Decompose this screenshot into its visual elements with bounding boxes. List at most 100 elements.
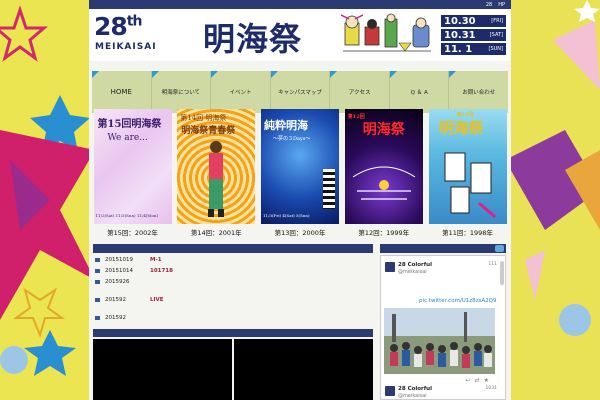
- nav-item-events[interactable]: イベント: [211, 71, 271, 113]
- topbar-link-28[interactable]: 28: [486, 2, 492, 8]
- tweet-author-handle[interactable]: @meikaisai: [398, 393, 427, 399]
- news-item[interactable]: 201592: [95, 312, 371, 323]
- poster-card[interactable]: 第12回 明海祭 第12回：1999年: [344, 109, 423, 237]
- date-value: 10.30: [444, 15, 476, 27]
- mascot-illustration: [340, 13, 431, 52]
- poster-dates: 11/2(Sat) 11/3(Sun) 11/4(Mon): [95, 213, 159, 218]
- date-weekday: [SAT]: [489, 32, 503, 38]
- news-bullet-icon: [95, 297, 100, 302]
- tweet-time[interactable]: 111: [488, 262, 497, 267]
- nav-item-home[interactable]: HOME: [92, 71, 152, 113]
- timeline-scrollbar[interactable]: [500, 261, 504, 285]
- poster-caption: 第14回：2001年: [190, 229, 242, 237]
- poster-title: 第14回 明海祭: [180, 114, 227, 122]
- news-bullet-icon: [95, 257, 100, 262]
- tweet-author-name[interactable]: 28 Colorful: [398, 262, 432, 268]
- tweet-image-link[interactable]: pic.twitter.com/U1z8zsA2Q9: [419, 298, 497, 304]
- reply-icon[interactable]: ↩: [466, 377, 471, 384]
- festival-dates: 10.30 [FRI] 10.31 [SAT] 11. 1 [SUN]: [441, 15, 506, 55]
- news-header-bar: [93, 244, 373, 253]
- avatar[interactable]: [385, 262, 395, 272]
- poster-image[interactable]: 第14回 明海祭 明海祭青春祭: [177, 109, 256, 224]
- tweet-actions: ↩ ⇄ ★: [466, 377, 489, 384]
- logo-number: 28: [94, 12, 128, 41]
- date-row: 10.30 [FRI]: [441, 15, 506, 27]
- news-title[interactable]: LIVE: [150, 297, 164, 303]
- poster-caption: 第15回：2002年: [107, 229, 158, 237]
- poster-card[interactable]: 純粋明海 ～夢の３Days～ 11/3(Fri) 4(Sat) 5(Sun) 第…: [261, 109, 340, 237]
- date-value: 10.31: [444, 29, 476, 41]
- nav-item-about[interactable]: 明海祭について: [151, 71, 212, 113]
- news-date: 20151014: [105, 267, 133, 274]
- tweet-author-handle[interactable]: @meikaisai: [398, 269, 427, 275]
- nav-label: HOME: [110, 88, 132, 96]
- tweet-author-name[interactable]: 28 Colorful: [398, 386, 432, 392]
- poster-figure: [208, 141, 225, 217]
- nav-item-contact[interactable]: お問い合わせ: [449, 71, 509, 113]
- poster-subtitle: We are...: [107, 133, 148, 143]
- page-container: 28 HP 28th MEIKAISAI 明海祭 10.30 [FRI] 10.…: [89, 0, 511, 400]
- poster-card[interactable]: 第15回明海祭 We are... 11/2(Sat) 11/3(Sun) 11…: [93, 109, 172, 237]
- poster-image[interactable]: 第15回明海祭 We are... 11/2(Sat) 11/3(Sun) 11…: [93, 109, 172, 224]
- news-item[interactable]: 201592 LIVE: [95, 294, 371, 305]
- video-player[interactable]: [234, 339, 373, 400]
- news-item[interactable]: 2015926: [95, 276, 371, 287]
- poster-subtitle: 明海祭青春祭: [181, 126, 236, 136]
- poster-caption: 第11回：1998年: [442, 229, 493, 237]
- video-section: [93, 339, 373, 400]
- past-posters: 第15回明海祭 We are... 11/2(Sat) 11/3(Sun) 11…: [93, 109, 507, 237]
- avatar[interactable]: [385, 386, 395, 396]
- news-date: 2015926: [105, 278, 130, 285]
- nav-item-qa[interactable]: Q ＆ A: [389, 71, 450, 113]
- news-bullet-icon: [95, 315, 100, 320]
- poster-card[interactable]: 第11回 明海祭 第11回：1998年: [428, 109, 507, 237]
- poster-caption: 第13回：2000年: [274, 229, 326, 237]
- site-logo[interactable]: 28th: [94, 12, 143, 41]
- tweet[interactable]: 28 Colorful @meikaisai 1031: [385, 386, 497, 400]
- topbar-link-hp[interactable]: HP: [498, 2, 505, 8]
- nav-item-access[interactable]: アクセス: [330, 71, 390, 113]
- nav-label: イベント: [229, 90, 252, 96]
- retweet-icon[interactable]: ⇄: [475, 377, 480, 384]
- video-header-bar: [93, 329, 373, 337]
- date-value: 11. 1: [444, 43, 473, 55]
- twitter-bird-icon[interactable]: [495, 245, 504, 252]
- poster-card[interactable]: 第14回 明海祭 明海祭青春祭 第14回：2001年: [177, 109, 256, 237]
- twitter-header-bar: [380, 244, 506, 253]
- news-title[interactable]: M-1: [150, 257, 162, 263]
- nav-label: お問い合わせ: [462, 90, 496, 96]
- video-player[interactable]: [93, 339, 232, 400]
- date-row: 10.31 [SAT]: [441, 29, 506, 41]
- news-date: 20151019: [105, 256, 133, 263]
- logo-suffix: th: [126, 13, 143, 30]
- poster-graphic: [352, 166, 415, 200]
- news-list: 20151019 M-1 20151014 101718 2015926 201…: [95, 254, 371, 323]
- news-bullet-icon: [95, 268, 100, 273]
- date-weekday: [FRI]: [491, 18, 503, 24]
- poster-title: 明海祭: [438, 119, 484, 137]
- date-weekday: [SUN]: [488, 46, 503, 52]
- nav-item-campus-map[interactable]: キャンパスマップ: [270, 71, 331, 113]
- news-title[interactable]: 101718: [150, 268, 173, 274]
- poster-subtitle: ～夢の３Days～: [273, 136, 311, 142]
- news-item[interactable]: 20151014 101718: [95, 265, 371, 276]
- poster-image[interactable]: 純粋明海 ～夢の３Days～ 11/3(Fri) 4(Sat) 5(Sun): [261, 109, 339, 224]
- tweet[interactable]: 28 Colorful @meikaisai 111: [385, 262, 497, 302]
- nav-label: 明海祭について: [161, 90, 201, 96]
- favorite-icon[interactable]: ★: [484, 377, 489, 384]
- logo-romaji: MEIKAISAI: [95, 42, 157, 52]
- poster-title: 明海祭: [362, 122, 405, 138]
- main-nav: HOME 明海祭について イベント キャンパスマップ アクセス Q ＆ A お問…: [92, 71, 509, 113]
- tweet-photo[interactable]: [384, 308, 495, 374]
- site-header: 28th MEIKAISAI 明海祭 10.30 [FRI] 10.31 [SA…: [89, 9, 511, 61]
- news-item[interactable]: 20151019 M-1: [95, 254, 371, 265]
- date-row: 11. 1 [SUN]: [441, 43, 506, 55]
- poster-image[interactable]: 第12回 明海祭: [344, 109, 423, 224]
- tweet-time[interactable]: 1031: [486, 386, 497, 391]
- news-bullet-icon: [95, 279, 100, 284]
- right-star-art: [505, 0, 600, 336]
- top-bar: 28 HP: [89, 0, 511, 9]
- left-star-art: [0, 5, 95, 376]
- poster-image[interactable]: 第11回 明海祭: [428, 109, 507, 224]
- nav-label: Q ＆ A: [410, 90, 428, 96]
